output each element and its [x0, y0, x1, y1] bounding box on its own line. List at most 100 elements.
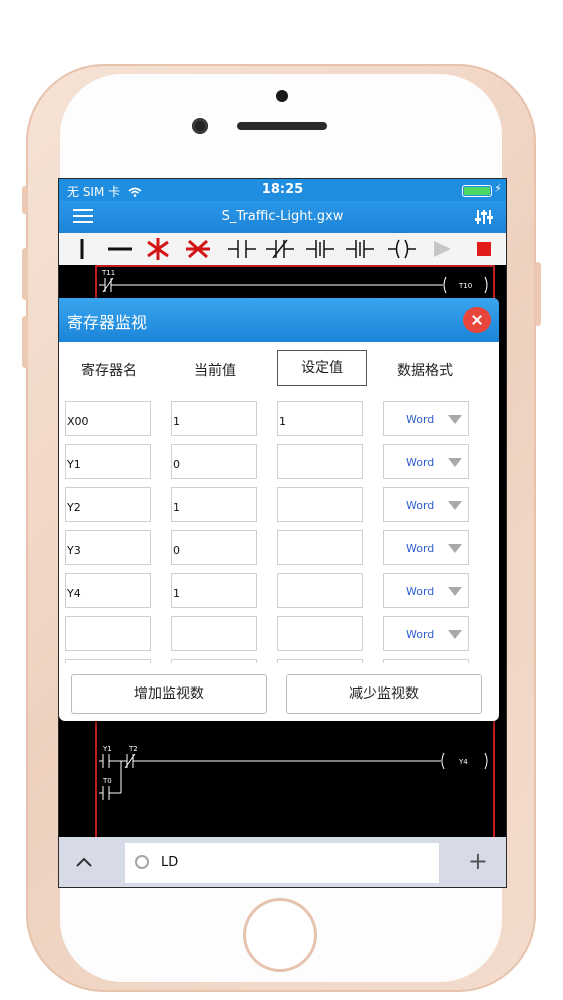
charging-icon: ⚡ [494, 182, 502, 195]
current-value-field[interactable]: 1 [171, 573, 257, 608]
horizontal-line-button[interactable] [103, 237, 137, 261]
rung-1 [99, 276, 488, 294]
battery-icon [462, 185, 492, 197]
rung-2 [99, 752, 488, 800]
format-select[interactable]: Word [383, 573, 469, 608]
plus-icon[interactable]: + [468, 847, 488, 875]
register-name-input[interactable] [65, 659, 151, 663]
header-current-value: 当前值 [194, 363, 236, 379]
register-table: X00 1 1 Word Y1 0 Word Y2 1 Word Y3 0 Wo… [65, 401, 475, 663]
set-value-input[interactable] [277, 573, 363, 608]
no-contact-button[interactable] [225, 237, 259, 261]
register-name-input[interactable]: X00 [65, 401, 151, 436]
search-icon [135, 855, 149, 869]
falling-contact-icon [346, 240, 374, 258]
stop-button[interactable] [467, 237, 501, 261]
vertical-line-icon [80, 239, 84, 259]
instruction-input[interactable]: LD [125, 843, 439, 883]
current-value-field[interactable] [171, 616, 257, 651]
proximity-sensor [276, 90, 288, 102]
coil-button[interactable] [385, 237, 419, 261]
label-y4: Y4 [459, 758, 468, 766]
home-button[interactable] [243, 898, 317, 972]
delete-vertical-line-button[interactable] [141, 237, 175, 261]
instruction-value: LD [161, 855, 179, 870]
play-icon [434, 241, 451, 257]
set-value-input[interactable]: 1 [277, 401, 363, 436]
phone-screen: 无 SIM 卡 18:25 ⚡ S_Traffic-Light.gxw T11 … [58, 178, 507, 888]
nav-bar: S_Traffic-Light.gxw [59, 201, 506, 233]
register-name-input[interactable]: Y4 [65, 573, 151, 608]
delete-vertical-icon [147, 238, 169, 260]
format-select[interactable] [383, 659, 469, 663]
volume-down-button [22, 316, 28, 368]
label-t0: T0 [103, 777, 112, 785]
format-value: Word [406, 413, 435, 426]
dropdown-arrow-icon [448, 587, 462, 596]
front-camera [192, 118, 208, 134]
format-select[interactable]: Word [383, 444, 469, 479]
set-value-input[interactable] [277, 530, 363, 565]
format-value: Word [406, 585, 435, 598]
header-data-format: 数据格式 [397, 363, 453, 379]
bottom-bar: LD + [59, 837, 506, 887]
format-select[interactable]: Word [383, 401, 469, 436]
set-value-input[interactable] [277, 444, 363, 479]
register-name-input[interactable] [65, 616, 151, 651]
current-value-field[interactable]: 1 [171, 401, 257, 436]
sliders-settings-icon[interactable] [474, 207, 494, 227]
current-value-field[interactable]: 0 [171, 530, 257, 565]
current-value-field[interactable]: 0 [171, 444, 257, 479]
set-value-input[interactable] [277, 616, 363, 651]
rising-edge-contact-button[interactable] [303, 237, 337, 261]
normally-open-contact-icon [228, 240, 256, 258]
clock: 18:25 [261, 182, 304, 197]
delete-horizontal-line-button[interactable] [181, 237, 215, 261]
set-value-input[interactable] [277, 659, 363, 663]
coil-icon [388, 239, 416, 259]
dialog-title: 寄存器监视 [67, 313, 148, 332]
register-name-input[interactable]: Y1 [65, 444, 151, 479]
format-value: Word [406, 499, 435, 512]
set-value-input[interactable] [277, 487, 363, 522]
file-title: S_Traffic-Light.gxw [221, 209, 344, 224]
delete-horizontal-icon [186, 239, 210, 259]
format-select[interactable]: Word [383, 530, 469, 565]
close-icon[interactable] [463, 307, 491, 333]
dropdown-arrow-icon [448, 415, 462, 424]
register-name-input[interactable]: Y3 [65, 530, 151, 565]
remove-monitor-button[interactable]: 减少监视数 [286, 674, 482, 714]
format-value: Word [406, 456, 435, 469]
current-value-field[interactable]: 1 [171, 487, 257, 522]
horizontal-line-icon [108, 247, 132, 251]
stop-icon [477, 242, 491, 256]
dropdown-arrow-icon [448, 544, 462, 553]
dropdown-arrow-icon [448, 501, 462, 510]
volume-up-button [22, 248, 28, 300]
status-bar: 无 SIM 卡 18:25 ⚡ [59, 179, 506, 201]
pulse-contact-icon [306, 240, 334, 258]
dropdown-arrow-icon [448, 630, 462, 639]
current-value-field[interactable] [171, 659, 257, 663]
power-button [535, 262, 541, 326]
add-monitor-button[interactable]: 增加监视数 [71, 674, 267, 714]
mute-switch [22, 186, 28, 214]
register-name-input[interactable]: Y2 [65, 487, 151, 522]
register-monitor-dialog: 寄存器监视 寄存器名 当前值 设定值 数据格式 X00 1 1 Word Y1 … [59, 298, 499, 721]
format-select[interactable]: Word [383, 487, 469, 522]
nc-contact-button[interactable] [263, 237, 297, 261]
label-t10: T10 [459, 282, 473, 290]
format-value: Word [406, 628, 435, 641]
format-value: Word [406, 542, 435, 555]
header-set-value-button[interactable]: 设定值 [277, 350, 367, 386]
vertical-line-button[interactable] [65, 237, 99, 261]
header-register-name: 寄存器名 [81, 363, 137, 379]
run-button[interactable] [425, 237, 459, 261]
dialog-header: 寄存器监视 [59, 298, 499, 342]
ladder-toolbar [59, 233, 506, 266]
chevron-up-icon[interactable] [73, 851, 95, 873]
falling-edge-contact-button[interactable] [343, 237, 377, 261]
format-select[interactable]: Word [383, 616, 469, 651]
earpiece-speaker [237, 122, 327, 130]
normally-closed-contact-icon [266, 239, 294, 259]
